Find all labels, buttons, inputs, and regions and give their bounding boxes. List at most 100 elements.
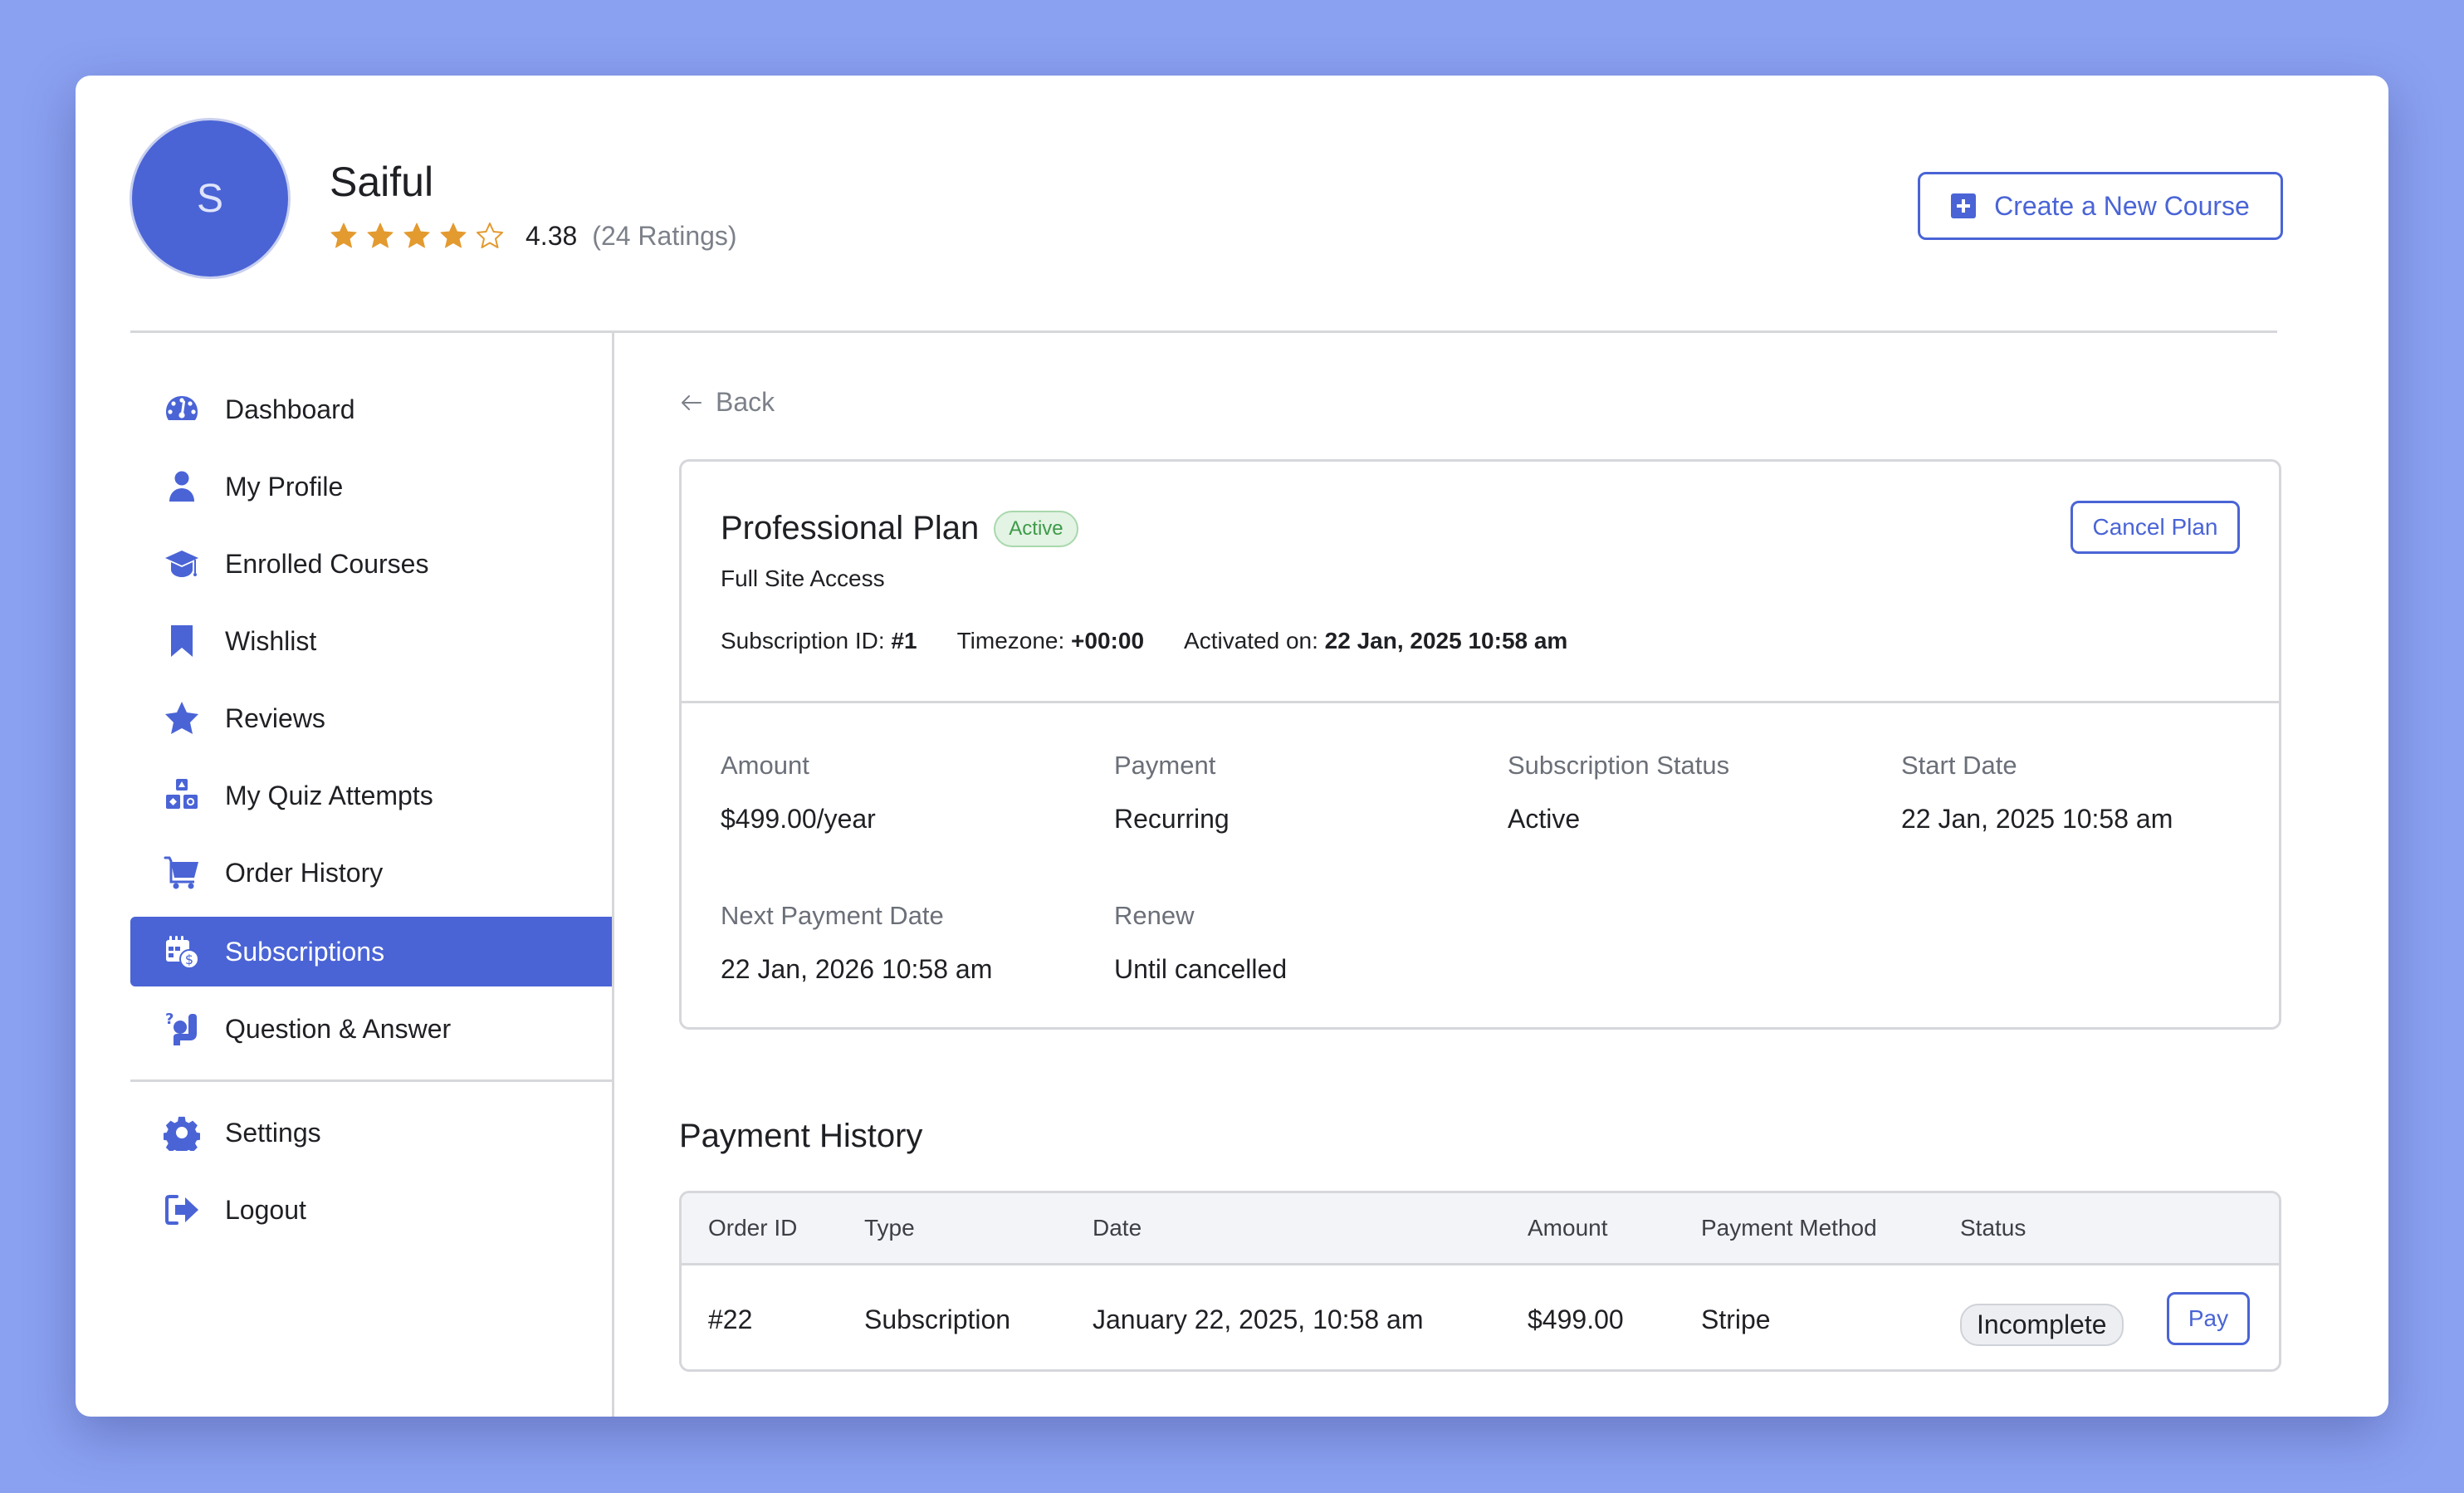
activated-value: 22 Jan, 2025 10:58 am [1324,628,1568,653]
sidebar-item-label: My Quiz Attempts [225,780,433,810]
detail-renew: Renew Until cancelled [1114,901,1287,985]
back-label: Back [716,387,775,417]
detail-label: Amount [721,751,809,780]
cart-icon [164,854,200,891]
sidebar-divider [612,333,614,1417]
sidebar-item-label: Subscriptions [225,936,385,967]
sidebar-item-label: Wishlist [225,625,317,656]
column-header-type: Type [864,1215,915,1241]
detail-label: Subscription Status [1508,751,1730,780]
sidebar-item-label: Logout [225,1194,306,1225]
rating-value: 4.38 [526,220,578,251]
sidebar-item-wishlist[interactable]: Wishlist [130,606,612,676]
rating-count: (24 Ratings) [592,220,737,251]
plan-divider [682,701,2279,703]
column-header-status: Status [1960,1215,2026,1241]
avatar-initial: S [196,176,223,221]
star-filled-icon [330,223,357,248]
activated-label: Activated on: [1184,628,1318,653]
detail-payment: Payment Recurring [1114,751,1230,835]
rating-stars [330,222,504,250]
column-header-order-id: Order ID [708,1215,798,1241]
detail-value: Active [1508,804,1581,834]
detail-label: Payment [1114,751,1216,780]
user-name: Saiful [330,159,434,205]
user-icon [164,468,200,505]
plan-subtitle: Full Site Access [721,565,885,591]
status-badge: Active [994,510,1078,547]
create-course-button[interactable]: Create a New Course [1918,172,2283,240]
cancel-plan-button[interactable]: Cancel Plan [2070,501,2240,554]
header-divider [130,330,2277,333]
sidebar-item-label: Settings [225,1117,321,1148]
sidebar-item-logout[interactable]: Logout [130,1175,612,1245]
star-outline-icon [477,223,503,248]
detail-label: Next Payment Date [721,901,944,930]
sidebar-item-enrolled-courses[interactable]: Enrolled Courses [130,529,612,599]
cell-type: Subscription [864,1305,1011,1334]
sidebar-item-label: Question & Answer [225,1013,452,1044]
sidebar-item-dashboard[interactable]: Dashboard [130,374,612,444]
plan-title: Professional Plan [721,510,980,546]
sidebar-item-label: Order History [225,857,384,888]
star-filled-icon [403,223,430,248]
sidebar-item-label: Enrolled Courses [225,548,429,579]
bookmark-icon [164,623,200,659]
plus-square-icon [1951,193,1977,218]
detail-value: $499.00/year [721,804,876,834]
column-header-payment-method: Payment Method [1701,1215,1877,1241]
sidebar-item-reviews[interactable]: Reviews [130,683,612,753]
table-header: Order ID Type Date Amount Payment Method… [682,1193,2279,1265]
cell-amount: $499.00 [1528,1305,1624,1334]
detail-value: 22 Jan, 2026 10:58 am [721,954,993,984]
detail-next-payment-date: Next Payment Date 22 Jan, 2026 10:58 am [721,901,992,985]
sidebar-item-order-history[interactable]: Order History [130,838,612,908]
quiz-shapes-icon [164,777,200,814]
detail-subscription-status: Subscription Status Active [1508,751,1729,835]
sidebar-item-label: Reviews [225,702,325,733]
activated-on: Activated on: 22 Jan, 2025 10:58 am [1184,628,1567,654]
column-header-date: Date [1093,1215,1142,1241]
status-badge: Incomplete [1960,1304,2124,1346]
detail-value: Recurring [1114,804,1230,834]
avatar: S [130,118,291,279]
star-icon [164,700,200,737]
question-hand-icon: ? [164,1011,200,1047]
detail-value: 22 Jan, 2025 10:58 am [1901,804,2173,834]
gear-icon [164,1114,200,1151]
detail-amount: Amount $499.00/year [721,751,876,835]
subscription-id-value: #1 [891,628,917,653]
sidebar-separator [130,1079,612,1082]
sidebar-item-my-profile[interactable]: My Profile [130,452,612,521]
timezone-label: Timezone: [956,628,1065,653]
detail-label: Start Date [1901,751,2017,780]
plan-summary: Professional Plan Active Full Site Acces… [682,462,2279,701]
sidebar-item-label: My Profile [225,471,344,502]
svg-text:$: $ [185,952,193,967]
rating: 4.38 (24 Ratings) [330,218,737,254]
create-course-label: Create a New Course [1994,190,2250,221]
dashboard-gauge-icon [164,391,200,428]
subscription-id: Subscription ID: #1 [721,628,917,654]
logout-icon [164,1192,200,1228]
plan-meta: Subscription ID: #1 Timezone: +00:00 Act… [721,628,1567,654]
sidebar-item-label: Dashboard [225,394,355,424]
cell-payment-method: Stripe [1701,1305,1771,1334]
timezone: Timezone: +00:00 [957,628,1144,654]
detail-start-date: Start Date 22 Jan, 2025 10:58 am [1901,751,2173,835]
detail-value: Until cancelled [1114,954,1288,984]
star-filled-icon [440,223,467,248]
pay-button[interactable]: Pay [2167,1292,2250,1345]
sidebar-item-question-answer[interactable]: ? Question & Answer [130,994,612,1064]
cell-date: January 22, 2025, 10:58 am [1093,1305,1424,1334]
graduation-cap-icon [164,546,200,582]
back-link[interactable]: Back [679,387,775,418]
column-header-amount: Amount [1528,1215,1608,1241]
subscription-plan-card: Professional Plan Active Full Site Acces… [679,459,2281,1030]
sidebar-item-my-quiz-attempts[interactable]: My Quiz Attempts [130,761,612,830]
svg-text:?: ? [165,1011,174,1028]
sidebar-item-subscriptions[interactable]: $ Subscriptions [130,917,612,986]
payment-history-table: Order ID Type Date Amount Payment Method… [679,1191,2281,1372]
sidebar-item-settings[interactable]: Settings [130,1098,612,1167]
cell-order-id: #22 [708,1305,753,1334]
